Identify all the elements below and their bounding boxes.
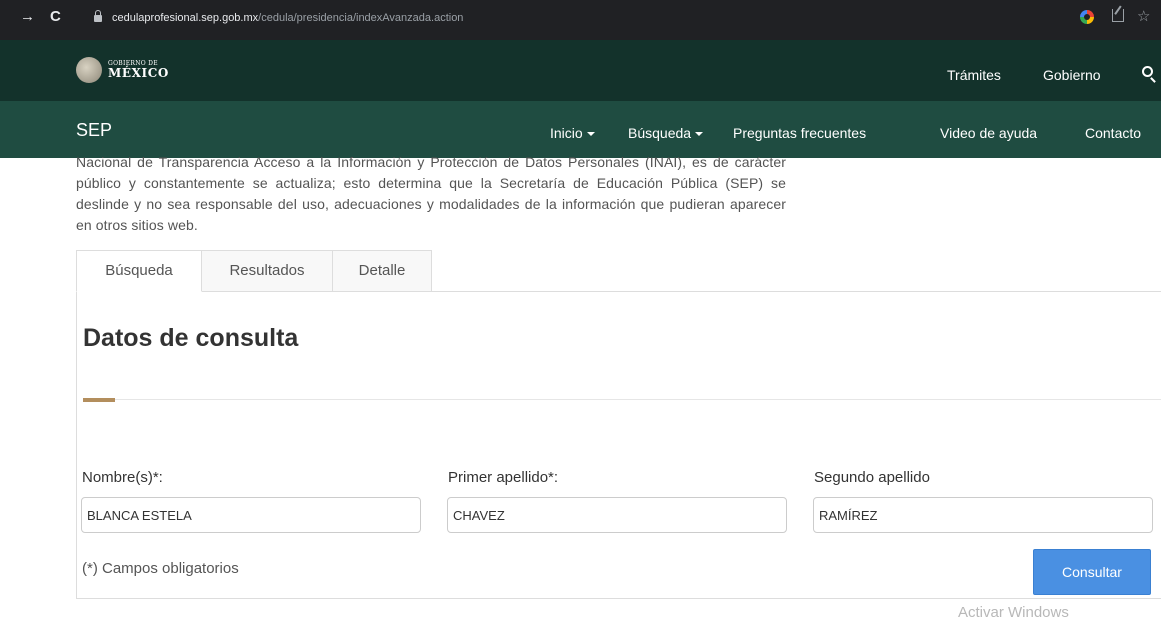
activate-windows-watermark: Activar Windows <box>958 604 1069 618</box>
segundo-apellido-label: Segundo apellido <box>814 469 930 486</box>
tab-busqueda[interactable]: Búsqueda <box>76 250 202 292</box>
google-icon[interactable] <box>1080 10 1094 24</box>
address-bar[interactable]: cedulaprofesional.sep.gob.mx/cedula/pres… <box>80 8 1140 32</box>
intro-paragraph: Nacional de Transparencia Acceso a la In… <box>76 152 786 236</box>
intro-line-partial: Nacional de Transparencia Acceso a la In… <box>76 154 708 170</box>
search-icon[interactable] <box>1142 66 1153 77</box>
tab-detalle[interactable]: Detalle <box>332 250 432 292</box>
sep-brand[interactable]: SEP <box>76 120 112 141</box>
browser-toolbar: → C cedulaprofesional.sep.gob.mx/cedula/… <box>0 0 1161 40</box>
sep-navbar: SEP Inicio Búsqueda Preguntas frecuentes… <box>0 101 1161 158</box>
url-path: /cedula/presidencia/indexAvanzada.action <box>258 12 464 24</box>
search-panel: Datos de consulta Nombre(s)*: Primer ape… <box>76 291 1161 599</box>
primer-apellido-input[interactable] <box>447 497 787 533</box>
consultar-button[interactable]: Consultar <box>1033 549 1151 595</box>
nav-video-ayuda[interactable]: Video de ayuda <box>940 125 1037 141</box>
nav-preguntas-frecuentes[interactable]: Preguntas frecuentes <box>733 125 866 141</box>
share-icon[interactable] <box>1112 9 1124 22</box>
caret-down-icon <box>695 132 704 137</box>
link-gobierno[interactable]: Gobierno <box>1043 67 1101 83</box>
caret-down-icon <box>586 132 595 137</box>
lock-icon[interactable] <box>94 10 102 22</box>
url-domain: cedulaprofesional.sep.gob.mx <box>112 12 259 24</box>
url-text[interactable]: cedulaprofesional.sep.gob.mx/cedula/pres… <box>112 12 463 24</box>
nav-busqueda[interactable]: Búsqueda <box>628 125 704 141</box>
logo-big-text: MÉXICO <box>108 66 169 80</box>
gobierno-seal-icon[interactable] <box>76 57 102 83</box>
bookmark-star-icon[interactable]: ☆ <box>1137 7 1150 25</box>
gobierno-logo-text[interactable]: GOBIERNO DE MÉXICO <box>108 60 169 79</box>
link-tramites[interactable]: Trámites <box>947 67 1001 83</box>
nombre-label: Nombre(s)*: <box>82 469 163 486</box>
title-divider <box>83 399 1161 400</box>
segundo-apellido-input[interactable] <box>813 497 1153 533</box>
nav-contacto[interactable]: Contacto <box>1085 125 1141 141</box>
forward-icon[interactable]: → <box>20 7 35 27</box>
required-fields-note: (*) Campos obligatorios <box>82 560 239 577</box>
primer-apellido-label: Primer apellido*: <box>448 469 559 486</box>
gobierno-header: GOBIERNO DE MÉXICO Trámites Gobierno <box>0 40 1161 101</box>
tab-resultados[interactable]: Resultados <box>201 250 333 292</box>
intro-paragraph-wrap: Nacional de Transparencia Acceso a la In… <box>76 152 786 236</box>
panel-title: Datos de consulta <box>83 324 299 352</box>
nav-busqueda-label: Búsqueda <box>628 125 692 141</box>
title-accent-bar <box>83 398 115 402</box>
reload-icon[interactable]: C <box>50 7 61 27</box>
nombre-input[interactable] <box>81 497 421 533</box>
nav-inicio-label: Inicio <box>550 125 583 141</box>
nav-inicio[interactable]: Inicio <box>550 125 595 141</box>
